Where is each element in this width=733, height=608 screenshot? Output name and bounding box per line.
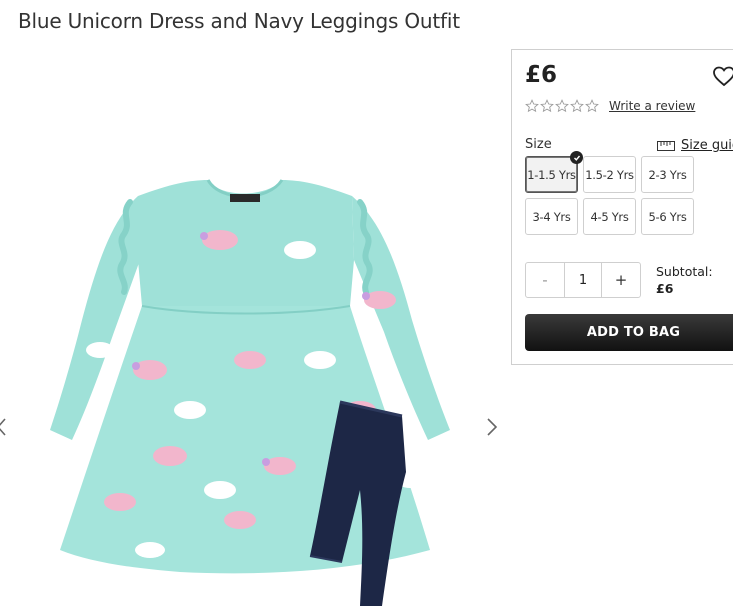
add-to-bag-button[interactable]: ADD TO BAG <box>525 314 733 351</box>
chevron-left-icon[interactable] <box>0 415 10 439</box>
purchase-panel: £6 Write a review Size Size guide 1-1.5 … <box>511 49 733 365</box>
subtotal-value: £6 <box>656 281 674 296</box>
size-option-label: 3-4 Yrs <box>532 209 571 224</box>
size-option-label: 5-6 Yrs <box>648 209 687 224</box>
product-image <box>50 179 450 606</box>
subtotal-label: Subtotal: <box>656 264 713 279</box>
size-option-label: 1.5-2 Yrs <box>585 167 634 182</box>
star-icon <box>585 99 599 113</box>
subtotal: Subtotal: £6 <box>656 264 713 296</box>
quantity-increase-button[interactable]: + <box>602 263 640 297</box>
star-icon <box>570 99 584 113</box>
ruler-icon <box>657 140 675 151</box>
size-option-label: 2-3 Yrs <box>648 167 687 182</box>
size-option-4-5[interactable]: 4-5 Yrs <box>583 198 636 235</box>
size-label: Size <box>525 137 552 152</box>
size-guide-label: Size guide <box>681 138 733 153</box>
heart-icon[interactable] <box>712 64 733 88</box>
star-icon <box>540 99 554 113</box>
size-option-1-1.5[interactable]: 1-1.5 Yrs <box>525 151 583 193</box>
quantity-stepper: - 1 + <box>525 262 641 298</box>
check-icon <box>570 151 583 164</box>
write-review-link[interactable]: Write a review <box>609 99 695 113</box>
product-title: Blue Unicorn Dress and Navy Leggings Out… <box>18 9 460 33</box>
product-gallery <box>0 60 510 606</box>
size-option-1.5-2[interactable]: 1.5-2 Yrs <box>583 156 636 193</box>
rating-stars <box>525 99 599 113</box>
quantity-input[interactable]: 1 <box>564 263 602 297</box>
star-icon <box>525 99 539 113</box>
star-icon <box>555 99 569 113</box>
quantity-decrease-button[interactable]: - <box>526 263 564 297</box>
size-option-label: 4-5 Yrs <box>590 209 629 224</box>
size-option-2-3[interactable]: 2-3 Yrs <box>641 156 694 193</box>
size-option-3-4[interactable]: 3-4 Yrs <box>525 198 578 235</box>
size-guide-link[interactable]: Size guide <box>657 138 733 153</box>
product-price: £6 <box>525 62 558 88</box>
size-option-5-6[interactable]: 5-6 Yrs <box>641 198 694 235</box>
size-option-label: 1-1.5 Yrs <box>527 167 576 182</box>
